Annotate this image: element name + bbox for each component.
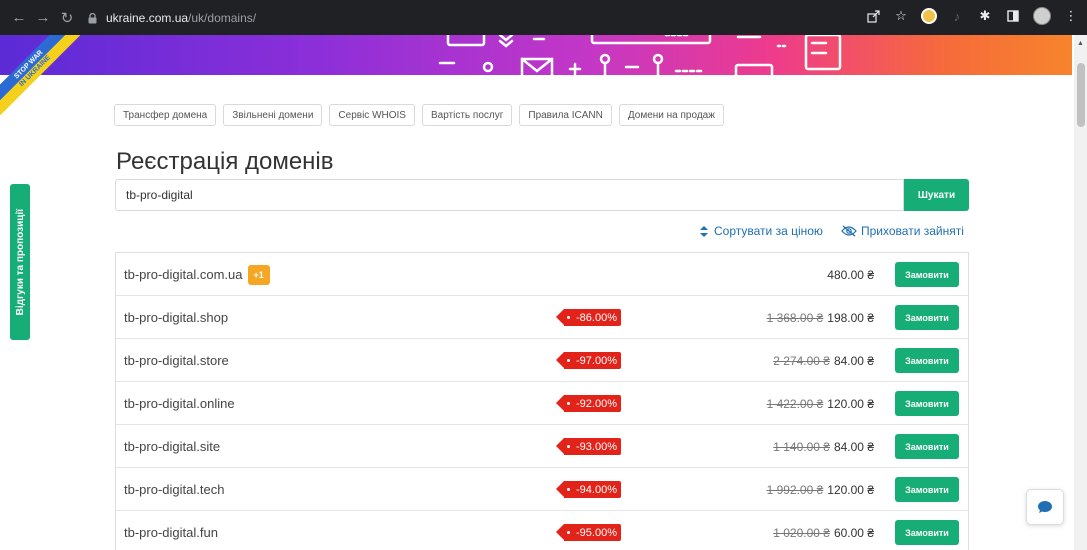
music-note-icon[interactable]: ♪ [949, 8, 965, 24]
page-scrollbar[interactable]: ▲ [1074, 35, 1087, 550]
result-row: tb-pro-digital.store -97.00% 2 274.00 ₴ … [116, 339, 968, 382]
url-host: ukraine.com.ua [106, 11, 189, 25]
order-button[interactable]: Замовити [895, 391, 959, 416]
menu-dots-icon[interactable]: ⋮ [1063, 8, 1079, 24]
feedback-tab[interactable]: Відгуки та пропозиції [10, 184, 30, 340]
order-button[interactable]: Замовити [895, 477, 959, 502]
chat-button[interactable] [1026, 489, 1064, 525]
old-price: 2 274.00 ₴ [773, 353, 830, 368]
subnav-domains-for-sale[interactable]: Домени на продаж [618, 104, 724, 126]
domain-search-input[interactable]: tb-pro-digital [115, 179, 904, 211]
result-row: tb-pro-digital.tech -94.00% 1 992.00 ₴ 1… [116, 468, 968, 511]
extensions-puzzle-icon[interactable]: ✱ [977, 8, 993, 24]
eye-slash-icon [841, 225, 857, 237]
subnav-icann-rules[interactable]: Правила ICANN [519, 104, 612, 126]
result-row: tb-pro-digital.online -92.00% 1 422.00 ₴… [116, 382, 968, 425]
price-cell: 1 992.00 ₴ 120.00 ₴ [767, 468, 874, 511]
banner-illustration [438, 35, 842, 75]
discount-tag: -86.00% [556, 309, 621, 326]
feedback-label: Відгуки та пропозиції [14, 208, 26, 316]
old-price: 1 020.00 ₴ [773, 525, 830, 540]
search-button[interactable]: Шукати [904, 179, 969, 211]
price-cell: 1 368.00 ₴ 198.00 ₴ [767, 296, 874, 339]
price-cell: 2 274.00 ₴ 84.00 ₴ [773, 339, 874, 382]
price: 84.00 ₴ [833, 353, 874, 368]
chat-bubble-icon [1038, 501, 1052, 513]
domain-name: tb-pro-digital.site [124, 439, 221, 454]
lock-icon [88, 13, 98, 24]
domain-name-cell: tb-pro-digital.tech [124, 468, 224, 511]
subnav-released-domains[interactable]: Звільнені домени [223, 104, 323, 126]
price: 198.00 ₴ [827, 310, 874, 325]
discount-tag: -93.00% [556, 438, 621, 455]
result-row: tb-pro-digital.com.ua +1 480.00 ₴ Замови… [116, 253, 968, 296]
domain-name: tb-pro-digital.fun [124, 525, 218, 540]
scroll-up-arrow-icon[interactable]: ▲ [1077, 40, 1084, 47]
result-row: tb-pro-digital.site -93.00% 1 140.00 ₴ 8… [116, 425, 968, 468]
domain-name-cell: tb-pro-digital.shop [124, 296, 228, 339]
browser-toolbar: ← → ↻ ukraine.com.ua /uk/domains/ ☆ ♪ ✱ … [0, 0, 1087, 35]
extension-icon[interactable] [921, 8, 937, 24]
domain-name-cell: tb-pro-digital.online [124, 382, 235, 425]
domain-name: tb-pro-digital.store [124, 353, 229, 368]
domain-name-cell: tb-pro-digital.fun [124, 511, 218, 550]
discount-tag: -97.00% [556, 352, 621, 369]
domain-name-cell: tb-pro-digital.com.ua +1 [124, 253, 270, 296]
order-button[interactable]: Замовити [895, 305, 959, 330]
domain-name: tb-pro-digital.tech [124, 482, 225, 497]
subnav-whois[interactable]: Сервіс WHOIS [329, 104, 415, 126]
order-button[interactable]: Замовити [895, 434, 959, 459]
bookmark-star-icon[interactable]: ☆ [893, 8, 909, 24]
sort-icon [700, 225, 708, 237]
domain-name-cell: tb-pro-digital.site [124, 425, 220, 468]
sort-by-price-link[interactable]: Сортувати за ціною [700, 224, 823, 238]
forward-icon[interactable]: → [32, 7, 54, 29]
domain-name-cell: tb-pro-digital.store [124, 339, 229, 382]
subnav-pricing[interactable]: Вартість послуг [421, 104, 513, 126]
price: 84.00 ₴ [833, 439, 874, 454]
result-row: tb-pro-digital.shop -86.00% 1 368.00 ₴ 1… [116, 296, 968, 339]
discount-tag: -92.00% [556, 395, 621, 412]
domain-name: tb-pro-digital.online [124, 396, 235, 411]
price-cell: 480.00 ₴ [827, 253, 874, 296]
old-price: 1 368.00 ₴ [766, 310, 824, 325]
price: 480.00 ₴ [827, 267, 874, 282]
side-panel-icon[interactable] [1005, 8, 1021, 24]
old-price: 1 422.00 ₴ [766, 396, 824, 411]
domain-name: tb-pro-digital.shop [124, 310, 229, 325]
domains-subnav: Трансфер домена Звільнені домени Сервіс … [114, 104, 724, 126]
price-cell: 1 422.00 ₴ 120.00 ₴ [767, 382, 874, 425]
domain-results-list: tb-pro-digital.com.ua +1 480.00 ₴ Замови… [115, 252, 969, 550]
hide-taken-link[interactable]: Приховати зайняті [841, 224, 964, 238]
subnav-transfer[interactable]: Трансфер домена [114, 104, 217, 126]
order-button[interactable]: Замовити [895, 262, 959, 287]
discount-tag: -94.00% [556, 481, 621, 498]
order-button[interactable]: Замовити [895, 348, 959, 373]
stop-war-ribbon[interactable]: STOP WAR IN UKRAINE [0, 35, 80, 115]
hide-label: Приховати зайняті [861, 224, 964, 238]
price-cell: 1 140.00 ₴ 84.00 ₴ [773, 425, 874, 468]
scroll-thumb[interactable] [1077, 63, 1085, 127]
result-row: tb-pro-digital.fun -95.00% 1 020.00 ₴ 60… [116, 511, 968, 550]
more-zones-badge[interactable]: +1 [247, 264, 270, 285]
hero-banner [0, 35, 1072, 75]
price-cell: 1 020.00 ₴ 60.00 ₴ [773, 511, 874, 550]
url-path: /uk/domains/ [188, 11, 257, 25]
discount-tag: -95.00% [556, 524, 621, 541]
sort-label: Сортувати за ціною [714, 224, 823, 238]
domain-name: tb-pro-digital.com.ua [124, 267, 243, 282]
price: 60.00 ₴ [833, 525, 874, 540]
back-icon[interactable]: ← [8, 7, 30, 29]
order-button[interactable]: Замовити [895, 520, 959, 545]
reload-icon[interactable]: ↻ [56, 7, 78, 29]
old-price: 1 140.00 ₴ [773, 439, 830, 454]
share-icon[interactable] [865, 8, 881, 24]
profile-avatar[interactable] [1033, 7, 1051, 25]
old-price: 1 992.00 ₴ [766, 482, 824, 497]
page-title: Реєстрація доменів [116, 148, 334, 175]
price: 120.00 ₴ [827, 482, 874, 497]
price: 120.00 ₴ [827, 396, 874, 411]
